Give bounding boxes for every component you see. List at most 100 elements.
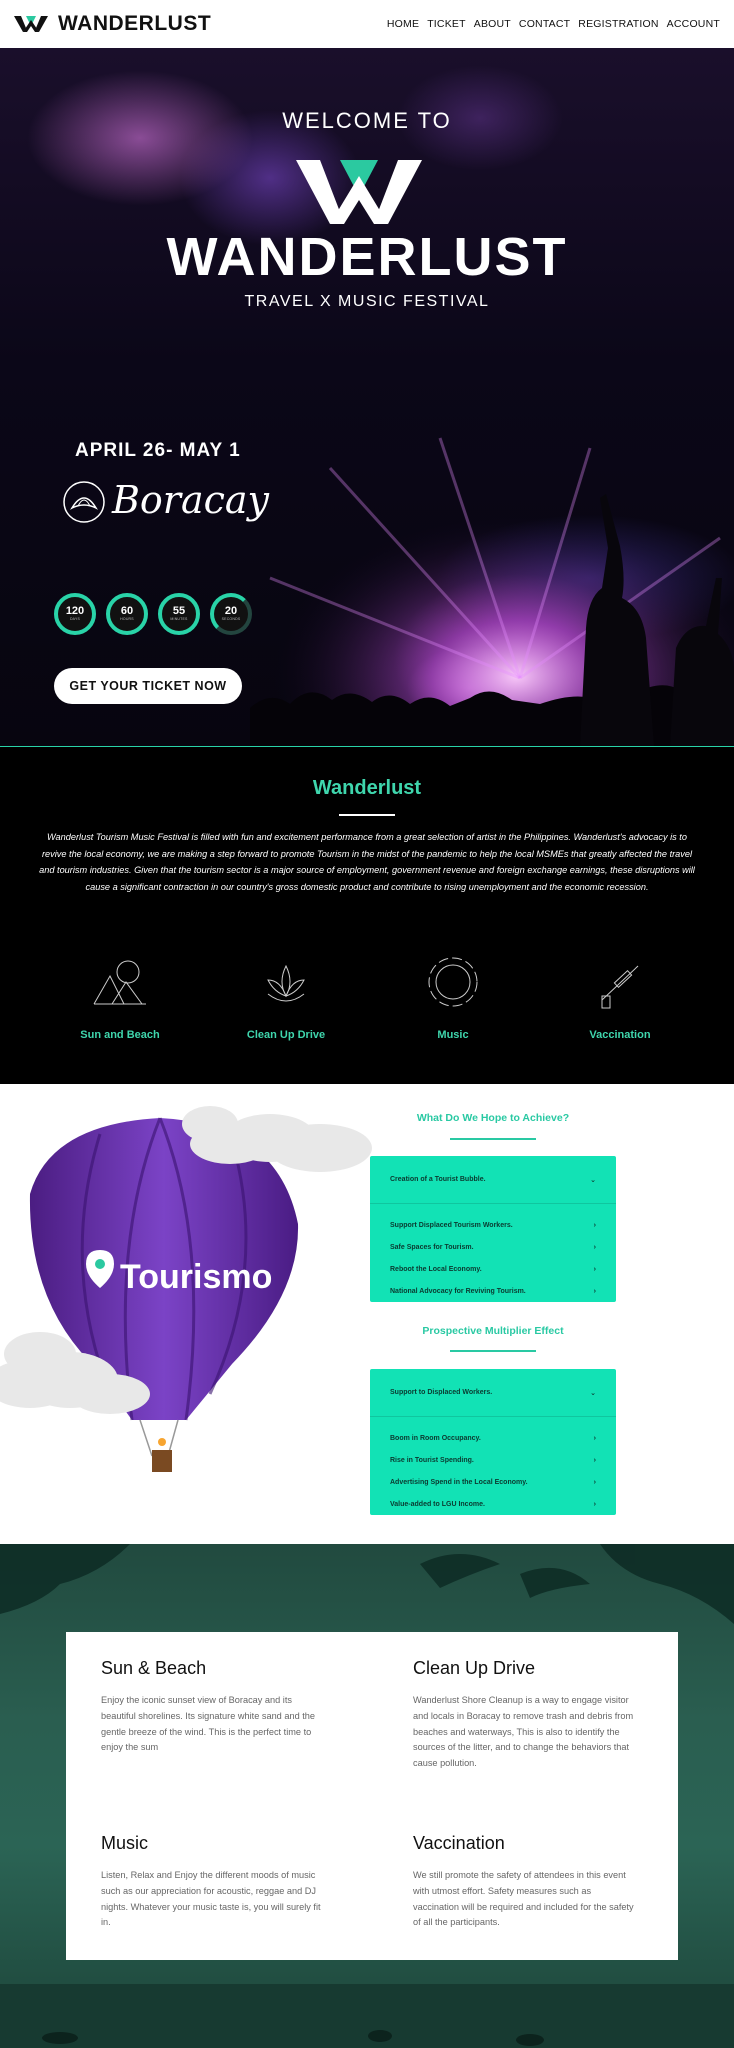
multiplier-item-label: Boom in Room Occupancy. <box>390 1434 481 1442</box>
countdown-minutes: 55 MINUTES <box>158 593 200 635</box>
multiplier-item-label: Value-added to LGU Income. <box>390 1500 485 1508</box>
multiplier-item-label: Rise in Tourist Spending. <box>390 1456 474 1464</box>
nav-link-about[interactable]: ABOUT <box>474 18 511 30</box>
hero-title: WANDERLUST <box>166 227 568 287</box>
countdown-days: 120 DAYS <box>54 593 96 635</box>
multiplier-item[interactable]: Advertising Spend in the Local Economy. … <box>390 1471 596 1493</box>
venue-script: Boracay <box>112 478 270 522</box>
activity-title: Sun & Beach <box>101 1658 207 1678</box>
achieve-item[interactable]: National Advocacy for Reviving Tourism. … <box>390 1280 596 1302</box>
hot-air-balloon-image: Tourismo <box>0 1106 372 1472</box>
activity-sun-beach: Sun & Beach Enjoy the iconic sunset view… <box>101 1658 327 1756</box>
nav-links: HOME TICKET ABOUT CONTACT REGISTRATION A… <box>387 18 720 30</box>
hero-section: WELCOME TO WANDERLUST TRAVEL X MUSIC FES… <box>0 48 734 746</box>
about-rule <box>339 814 395 816</box>
achieve-item-label: Reboot the Local Economy. <box>390 1265 482 1273</box>
countdown: 120 DAYS 60 HOURS 55 MINUTES 20 SECONDS <box>54 593 252 635</box>
event-date: APRIL 26- MAY 1 <box>75 440 241 461</box>
activity-vaccination: Vaccination We still promote the safety … <box>413 1833 639 1931</box>
feature-label-vaccination: Vaccination <box>589 1029 651 1041</box>
countdown-minutes-unit: MINUTES <box>170 617 188 622</box>
wanderlust-logo-icon <box>14 16 48 32</box>
achieve-rule <box>450 1138 536 1140</box>
multiplier-panel-header[interactable]: Support to Displaced Workers. ⌄ <box>370 1369 616 1417</box>
about-section: Wanderlust Wanderlust Tourism Music Fest… <box>0 747 734 1084</box>
achieve-item-label: Safe Spaces for Tourism. <box>390 1243 474 1251</box>
chevron-down-icon: ⌄ <box>590 1389 596 1397</box>
leaf-icon <box>267 964 305 1002</box>
achieve-title: What Do We Hope to Achieve? <box>416 1112 570 1124</box>
achieve-item[interactable]: Safe Spaces for Tourism. › <box>390 1236 596 1258</box>
countdown-days-unit: DAYS <box>69 617 81 622</box>
chevron-right-icon: › <box>593 1456 596 1464</box>
achieve-panel: Creation of a Tourist Bubble. ⌄ Support … <box>370 1156 616 1302</box>
feature-vaccination[interactable]: Vaccination <box>550 952 690 1041</box>
activity-clean-up-drive: Clean Up Drive Wanderlust Shore Cleanup … <box>413 1658 639 1772</box>
nav-link-home[interactable]: HOME <box>387 18 419 30</box>
feature-clean-up-drive[interactable]: Clean Up Drive <box>216 952 356 1041</box>
get-ticket-button[interactable]: GET YOUR TICKET NOW <box>54 668 242 704</box>
countdown-hours-unit: HOURS <box>120 617 134 622</box>
achieve-panel-header[interactable]: Creation of a Tourist Bubble. ⌄ <box>370 1156 616 1204</box>
circle-sound-icon <box>428 957 478 1007</box>
achieve-item[interactable]: Support Displaced Tourism Workers. › <box>390 1214 596 1236</box>
nav-link-registration[interactable]: REGISTRATION <box>578 18 658 30</box>
activity-text: Enjoy the iconic sunset view of Boracay … <box>101 1695 315 1753</box>
activity-text: Wanderlust Shore Cleanup is a way to eng… <box>413 1695 634 1769</box>
balloon-brand-text: Tourismo <box>120 1258 272 1296</box>
multiplier-item[interactable]: Boom in Room Occupancy. › <box>390 1427 596 1449</box>
multiplier-panel: Support to Displaced Workers. ⌄ Boom in … <box>370 1369 616 1515</box>
nav-link-account[interactable]: ACCOUNT <box>667 18 720 30</box>
countdown-seconds-unit: SECONDS <box>221 617 241 622</box>
feature-sun-and-beach[interactable]: Sun and Beach <box>50 952 190 1041</box>
multiplier-item-label: Advertising Spend in the Local Economy. <box>390 1478 528 1486</box>
activities-section: Sun & Beach Enjoy the iconic sunset view… <box>0 1544 734 2048</box>
concert-crowd-image <box>250 428 734 746</box>
feature-label-sun-and-beach: Sun and Beach <box>80 1029 160 1041</box>
nav-link-ticket[interactable]: TICKET <box>427 18 466 30</box>
activity-text: We still promote the safety of attendees… <box>413 1870 634 1928</box>
feature-music[interactable]: Music <box>383 952 523 1041</box>
chevron-down-icon: ⌄ <box>590 1176 596 1184</box>
activity-title: Vaccination <box>413 1833 505 1853</box>
countdown-hours-value: 60 <box>120 605 134 618</box>
multiplier-item[interactable]: Value-added to LGU Income. › <box>390 1493 596 1515</box>
chevron-right-icon: › <box>593 1478 596 1486</box>
about-title: Wanderlust <box>312 777 422 799</box>
activity-title: Music <box>101 1833 149 1853</box>
achieve-panel-header-label: Creation of a Tourist Bubble. <box>390 1176 486 1183</box>
wanderlust-hero-logo-icon <box>296 160 422 224</box>
feature-label-music: Music <box>437 1029 469 1041</box>
multiplier-rule <box>450 1350 536 1352</box>
achieve-item[interactable]: Reboot the Local Economy. › <box>390 1258 596 1280</box>
countdown-hours: 60 HOURS <box>106 593 148 635</box>
hero-welcome: WELCOME TO <box>282 108 452 133</box>
mountain-sun-icon <box>93 960 146 1005</box>
activity-text: Listen, Relax and Enjoy the different mo… <box>101 1870 321 1928</box>
activity-music: Music Listen, Relax and Enjoy the differ… <box>101 1833 327 1931</box>
syringe-icon <box>601 965 639 1009</box>
countdown-days-value: 120 <box>65 605 85 618</box>
chevron-right-icon: › <box>593 1265 596 1273</box>
about-text: Wanderlust Tourism Music Festival is fil… <box>39 832 695 892</box>
chevron-right-icon: › <box>593 1434 596 1442</box>
hero-subtitle: TRAVEL X MUSIC FESTIVAL <box>244 293 490 310</box>
achieve-item-label: National Advocacy for Reviving Tourism. <box>390 1287 526 1295</box>
brand[interactable]: WANDERLUST <box>14 12 211 36</box>
activities-card: Sun & Beach Enjoy the iconic sunset view… <box>66 1632 678 1960</box>
chevron-right-icon: › <box>593 1221 596 1229</box>
achieve-panel-items: Support Displaced Tourism Workers. › Saf… <box>370 1204 616 1302</box>
goals-section: Tourismo What Do We Hope to Achieve? Cre… <box>0 1084 734 1544</box>
top-navbar: WANDERLUST HOME TICKET ABOUT CONTACT REG… <box>0 0 734 48</box>
chevron-right-icon: › <box>593 1287 596 1295</box>
countdown-seconds: 20 SECONDS <box>210 593 252 635</box>
multiplier-panel-header-label: Support to Displaced Workers. <box>390 1389 493 1396</box>
page: WANDERLUST HOME TICKET ABOUT CONTACT REG… <box>0 0 734 2048</box>
nav-link-contact[interactable]: CONTACT <box>519 18 570 30</box>
chevron-right-icon: › <box>593 1243 596 1251</box>
chevron-right-icon: › <box>593 1500 596 1508</box>
multiplier-panel-items: Boom in Room Occupancy. › Rise in Touris… <box>370 1417 616 1515</box>
multiplier-title: Prospective Multiplier Effect <box>422 1325 564 1337</box>
activity-title: Clean Up Drive <box>413 1658 536 1678</box>
multiplier-item[interactable]: Rise in Tourist Spending. › <box>390 1449 596 1471</box>
